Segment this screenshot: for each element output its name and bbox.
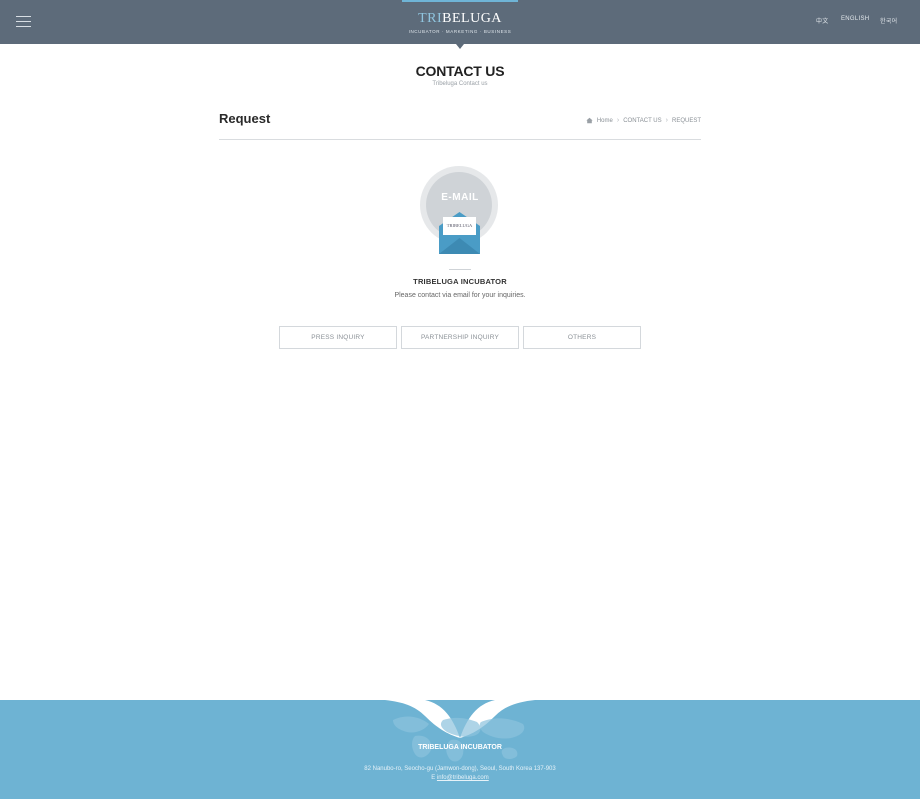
lang-english[interactable]: ENGLISH [841,16,869,22]
site-footer: TRIBELUGA INCUBATOR 82 Nanubo-ro, Seocho… [0,700,920,799]
breadcrumb-request: REQUEST [671,117,701,124]
lang-chinese[interactable]: 中文 [816,16,829,25]
header-pointer [456,44,464,49]
footer-address: 82 Nanubo-ro, Seocho-gu (Jamwon-dong), S… [364,766,556,772]
footer-email-label: E [431,775,436,781]
breadcrumb: Home › CONTACT US › REQUEST [586,117,701,124]
small-divider [449,269,471,270]
badge-label: E-MAIL [441,192,479,203]
footer-org-name: TRIBELUGA INCUBATOR [418,744,502,751]
envelope-card: TRIBELUGA [443,217,476,235]
chevron-right-icon: › [665,117,668,124]
page-subtitle: Tribeluga Contact us [432,81,488,87]
menu-icon[interactable] [16,16,31,28]
lang-korean[interactable]: 한국어 [880,16,897,25]
email-badge: E-MAIL TRIBELUGA [420,166,500,256]
section-divider [219,139,701,140]
logo[interactable]: TRIBELUGA INCUBATOR · MARKETING · BUSINE… [400,11,520,34]
contact-description: Please contact via email for your inquir… [394,292,526,299]
logo-wordmark: TRIBELUGA [418,11,502,26]
org-name: TRIBELUGA INCUBATOR [413,277,507,286]
home-icon[interactable] [586,117,593,124]
footer-email-line: E info@tribeluga.com [0,775,920,781]
site-header: TRIBELUGA INCUBATOR · MARKETING · BUSINE… [0,0,920,44]
partnership-inquiry-button[interactable]: PARTNERSHIP INQUIRY [401,326,519,349]
world-map [385,700,535,762]
page-title: CONTACT US [415,63,505,79]
header-accent-bar [402,0,518,2]
footer-email-link[interactable]: info@tribeluga.com [437,775,489,781]
section-title: Request [219,111,271,126]
chevron-right-icon: › [616,117,620,124]
logo-tagline: INCUBATOR · MARKETING · BUSINESS [408,29,512,34]
breadcrumb-contact[interactable]: CONTACT US [623,118,661,124]
breadcrumb-home[interactable]: Home [597,118,613,124]
others-button[interactable]: OTHERS [523,326,641,349]
press-inquiry-button[interactable]: PRESS INQUIRY [279,326,397,349]
